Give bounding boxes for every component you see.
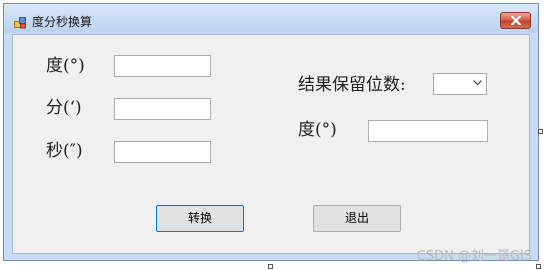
result-degree-label: 度(°)	[298, 120, 337, 140]
close-button[interactable]	[500, 12, 531, 29]
resize-grip-right[interactable]	[538, 129, 543, 134]
second-label: 秒(″)	[46, 141, 83, 161]
exit-button[interactable]: 退出	[313, 205, 401, 232]
chevron-down-icon	[473, 80, 482, 86]
precision-dropdown[interactable]	[433, 73, 487, 95]
close-icon	[511, 16, 521, 25]
resize-grip-corner[interactable]	[536, 264, 541, 269]
degree-input[interactable]	[114, 55, 211, 77]
app-window: 度分秒换算 度(°) 分(‘) 秒(″) 结果保留位数: 度(°) 转换 退出	[3, 3, 539, 261]
title-bar[interactable]: 度分秒换算	[4, 4, 538, 33]
minute-input[interactable]	[114, 98, 211, 120]
app-icon	[14, 14, 27, 29]
minute-label: 分(‘)	[46, 98, 82, 118]
precision-label: 结果保留位数:	[298, 75, 406, 95]
convert-button[interactable]: 转换	[156, 205, 244, 232]
second-input[interactable]	[114, 141, 211, 163]
degree-label: 度(°)	[46, 56, 85, 76]
form-client-area: 度(°) 分(‘) 秒(″) 结果保留位数: 度(°) 转换 退出	[12, 34, 530, 254]
resize-grip-bottom[interactable]	[268, 264, 273, 269]
result-degree-output[interactable]	[368, 120, 488, 142]
window-title: 度分秒换算	[32, 15, 93, 29]
watermark-text: CSDN @刘一哥GIS	[416, 249, 532, 264]
